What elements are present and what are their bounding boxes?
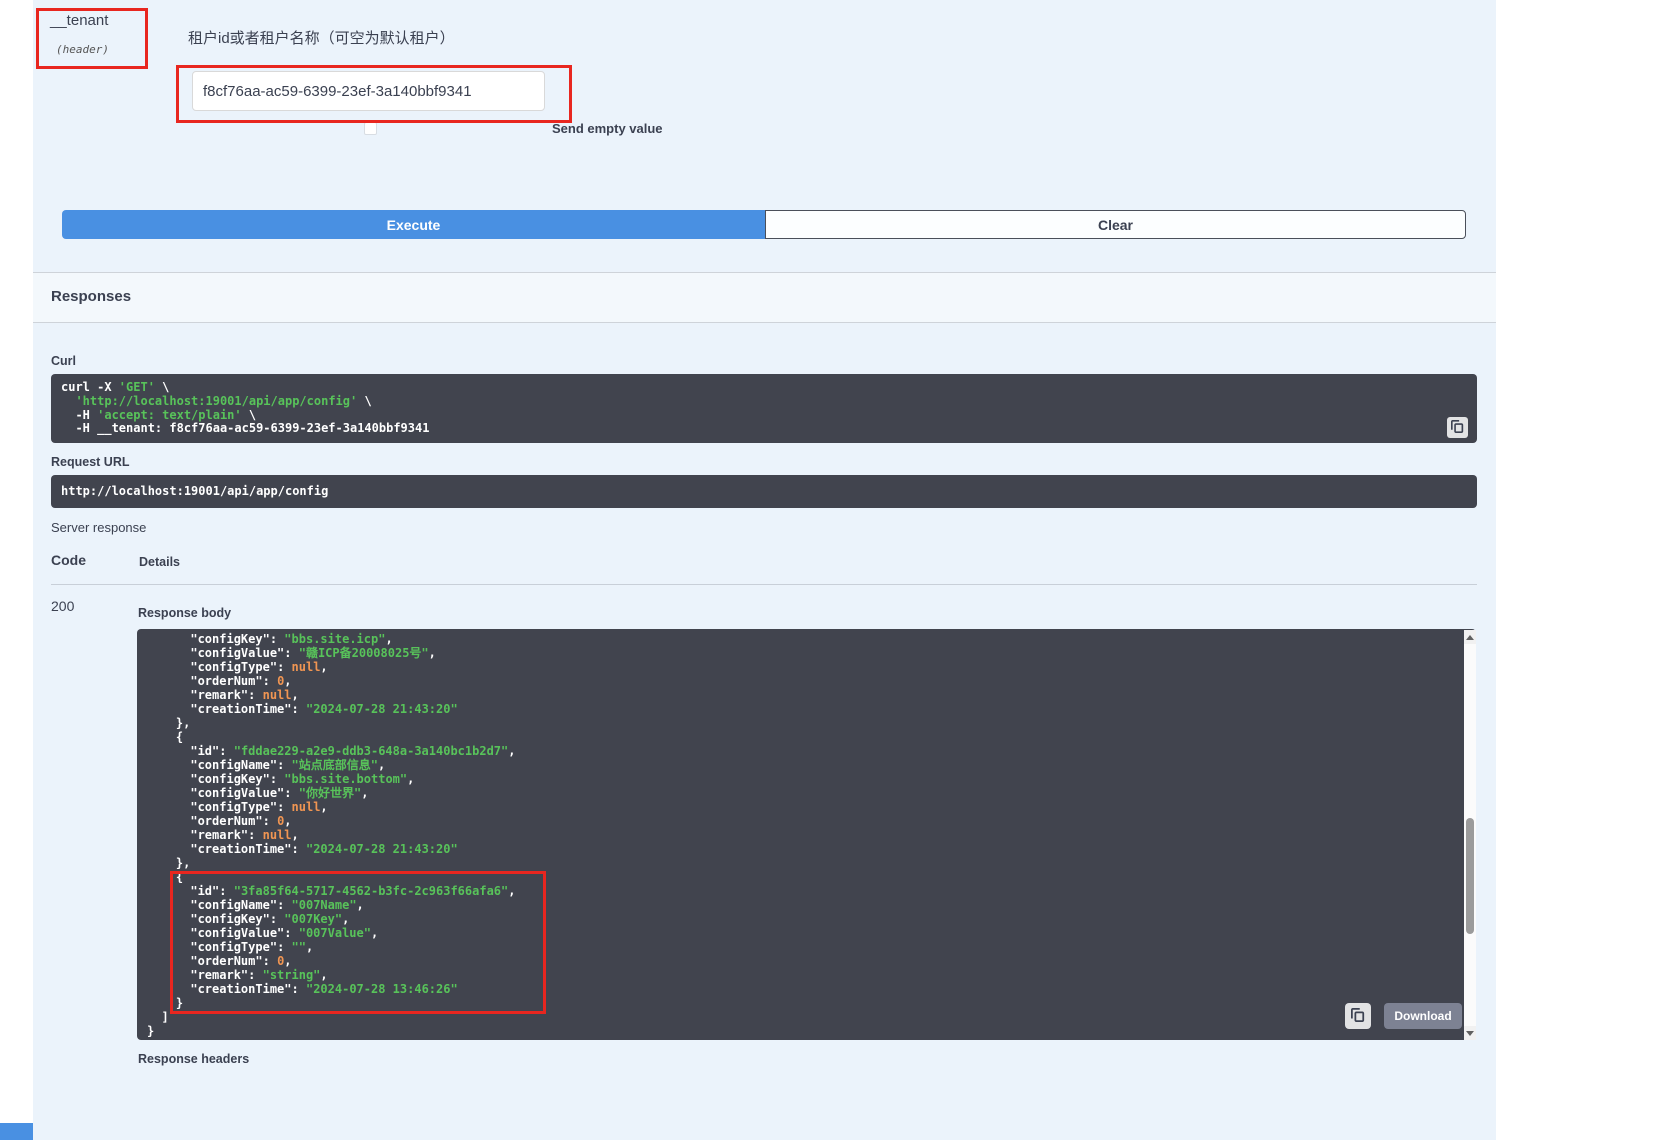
parameter-name: __tenant — [50, 12, 108, 29]
clipboard-icon — [1351, 1008, 1365, 1025]
scroll-down-button[interactable] — [1464, 1026, 1476, 1040]
table-header-divider — [51, 584, 1477, 585]
server-response-label: Server response — [51, 520, 146, 535]
parameter-location: (header) — [56, 43, 109, 56]
response-body-scrollbar[interactable] — [1464, 630, 1476, 1040]
curl-label: Curl — [51, 354, 76, 368]
scroll-up-button[interactable] — [1464, 630, 1476, 644]
execute-button[interactable]: Execute — [62, 210, 765, 239]
responses-title: Responses — [51, 288, 131, 305]
tenant-value-input[interactable] — [192, 71, 545, 111]
clear-button[interactable]: Clear — [765, 210, 1466, 239]
status-code: 200 — [51, 598, 74, 614]
next-opblock-fragment — [0, 1123, 33, 1140]
response-headers-label: Response headers — [138, 1052, 249, 1066]
request-url-label: Request URL — [51, 455, 129, 469]
scrollbar-thumb[interactable] — [1466, 818, 1474, 934]
copy-response-button[interactable] — [1345, 1003, 1371, 1029]
code-column-header: Code — [51, 552, 86, 568]
arrow-down-icon — [1466, 1031, 1474, 1036]
send-empty-value-checkbox[interactable] — [364, 122, 377, 135]
responses-section-header — [33, 272, 1496, 323]
request-url-value: http://localhost:19001/api/app/config — [51, 475, 1477, 508]
response-body-label: Response body — [138, 606, 231, 620]
parameter-description: 租户id或者租户名称（可空为默认租户） — [188, 27, 455, 48]
swagger-get-operation-panel: __tenant (header) 租户id或者租户名称（可空为默认租户） Se… — [0, 0, 1667, 1140]
copy-curl-button[interactable] — [1447, 417, 1468, 438]
send-empty-value-label: Send empty value — [552, 121, 663, 136]
details-column-header: Details — [139, 555, 180, 569]
clipboard-icon — [1451, 420, 1464, 436]
response-body-json: "configKey": "bbs.site.icp", "configValu… — [137, 629, 1476, 1040]
download-button[interactable]: Download — [1384, 1003, 1462, 1029]
curl-command-block: curl -X 'GET' \ 'http://localhost:19001/… — [51, 374, 1477, 443]
arrow-up-icon — [1466, 635, 1474, 640]
